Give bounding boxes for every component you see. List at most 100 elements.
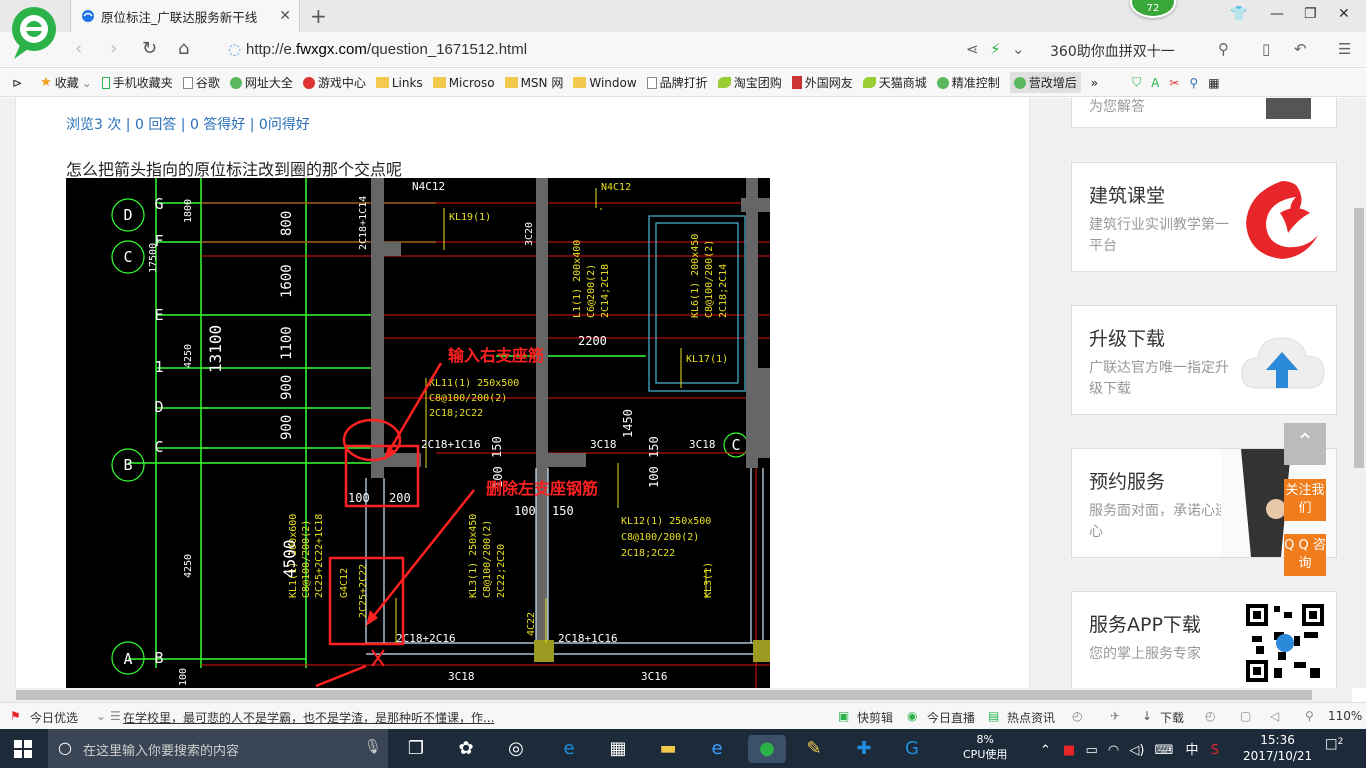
ie-browser-icon[interactable]: e bbox=[703, 735, 731, 763]
taskbar-search-input[interactable]: ○ 在这里输入你要搜索的内容 🎙 bbox=[48, 729, 388, 768]
360-browser-icon[interactable]: ● bbox=[748, 735, 786, 763]
undo-icon[interactable]: ↶ bbox=[1294, 40, 1307, 58]
qq-consult-button[interactable]: Q Q 咨询 bbox=[1284, 534, 1326, 576]
cad-screenshot[interactable]: D C B A G F E 1 D C B C N4C12 KL19(1) KL… bbox=[66, 178, 770, 688]
menu-icon[interactable]: ☰ bbox=[1338, 40, 1351, 58]
microphone-icon[interactable]: 🎙 bbox=[364, 739, 382, 755]
active-tab[interactable]: 原位标注_广联达服务新干线 ✕ bbox=[70, 0, 300, 32]
translate-icon[interactable]: A bbox=[1151, 76, 1159, 90]
chevron-down-icon[interactable]: ⌄ bbox=[96, 709, 106, 723]
ime-indicator[interactable]: 中 bbox=[1186, 743, 1199, 758]
volume-icon[interactable]: ◁) bbox=[1129, 743, 1144, 758]
sidebar-card-download[interactable]: 升级下载 广联达官方唯一指定升级下载 bbox=[1071, 305, 1337, 415]
notification-badge[interactable]: 72 bbox=[1130, 0, 1176, 18]
bookmark-microsoft[interactable]: Microso bbox=[432, 76, 495, 90]
notification-center-icon[interactable]: ☐2 bbox=[1325, 737, 1343, 754]
sidebar-card-expert[interactable]: 为您解答 bbox=[1071, 98, 1337, 128]
sidebar-card-course[interactable]: 建筑课堂 建筑行业实训教学第一平台 bbox=[1071, 162, 1337, 272]
zoom-level[interactable]: 110% bbox=[1328, 709, 1362, 723]
chevron-up-icon[interactable]: ⌃ bbox=[1040, 743, 1051, 758]
antivirus-icon[interactable]: ■ bbox=[1063, 743, 1075, 758]
close-window-icon[interactable]: ✕ bbox=[1338, 6, 1350, 22]
system-clock[interactable]: 15:36 2017/10/21 bbox=[1243, 732, 1312, 764]
store-icon[interactable]: ▦ bbox=[604, 735, 632, 763]
battery-icon[interactable]: ▭ bbox=[1085, 743, 1097, 758]
bookmark-nav[interactable]: 网址大全 bbox=[229, 74, 293, 91]
bookmark-mobile[interactable]: 手机收藏夹 bbox=[101, 74, 173, 91]
bookmark-taobao[interactable]: 淘宝团购 bbox=[717, 74, 782, 91]
sound-icon[interactable]: ◁ bbox=[1270, 709, 1279, 723]
mobile-icon[interactable]: ▯ bbox=[1262, 40, 1270, 58]
sidebar-card-app[interactable]: 服务APP下载 您的掌上服务专家 bbox=[1071, 591, 1337, 688]
card-desc: 服务面对面，承诺心连心 bbox=[1089, 503, 1229, 540]
card-title: 预约服务 bbox=[1089, 471, 1166, 493]
bookmark-brand[interactable]: 品牌打折 bbox=[646, 74, 708, 91]
cpu-monitor[interactable]: 8% CPU使用 bbox=[963, 732, 1007, 762]
speed-mode-icon[interactable]: ⚡ bbox=[990, 40, 1001, 58]
horizontal-scrollbar[interactable] bbox=[0, 688, 1352, 702]
magnifier-icon[interactable]: ⚲ bbox=[1189, 76, 1198, 90]
task-view-icon[interactable]: ❐ bbox=[402, 735, 430, 763]
more-bookmarks-icon[interactable]: » bbox=[1091, 76, 1098, 90]
axis-label: D bbox=[123, 206, 132, 224]
scissors-icon[interactable]: ✂ bbox=[1169, 76, 1179, 90]
back-to-top-button[interactable]: ⌃ bbox=[1284, 423, 1326, 465]
browser-logo-icon[interactable] bbox=[10, 5, 58, 61]
gauge-icon[interactable]: ◴ bbox=[1072, 709, 1082, 723]
follow-us-button[interactable]: 关注我们 bbox=[1284, 479, 1326, 521]
share-icon[interactable]: ⋖ bbox=[966, 40, 979, 58]
pin-icon[interactable]: ✈ bbox=[1110, 709, 1120, 723]
bookmark-windows[interactable]: Window bbox=[573, 76, 637, 90]
sidebar-toggle-icon[interactable]: ⊳ bbox=[12, 76, 22, 90]
scroll-thumb[interactable] bbox=[16, 690, 1312, 700]
notepad-icon[interactable]: ✎ bbox=[800, 735, 828, 763]
close-tab-icon[interactable]: ✕ bbox=[279, 8, 291, 24]
bookmark-google[interactable]: 谷歌 bbox=[182, 74, 220, 91]
minimize-icon[interactable]: — bbox=[1270, 6, 1284, 22]
bookmark-games[interactable]: 游戏中心 bbox=[302, 74, 366, 91]
download-link[interactable]: 下载 bbox=[1160, 709, 1184, 726]
maximize-icon[interactable]: ❐ bbox=[1304, 6, 1317, 22]
bookmark-foreign[interactable]: 外国网友 bbox=[791, 74, 853, 91]
page-content[interactable]: 浏览3 次 | 0 回答 | 0 答得好 | 0问得好 怎么把箭头指向的原位标注… bbox=[0, 98, 1352, 688]
app-pinwheel-icon[interactable]: ✿ bbox=[452, 735, 480, 763]
search-icon[interactable]: ⚲ bbox=[1218, 40, 1229, 58]
home-icon[interactable]: ⌂ bbox=[178, 38, 189, 59]
bookmark-favorites[interactable]: ★ 收藏 ⌄ bbox=[40, 74, 92, 91]
bookmark-msn[interactable]: MSN 网 bbox=[504, 74, 563, 91]
glodon-app-icon[interactable]: G bbox=[898, 735, 926, 763]
live-link[interactable]: 今日直播 bbox=[927, 709, 975, 726]
scroll-thumb[interactable] bbox=[1354, 208, 1364, 468]
speed-icon[interactable]: ◴ bbox=[1205, 709, 1215, 723]
refresh-icon[interactable]: ↻ bbox=[142, 38, 157, 59]
chevron-down-icon[interactable]: ⌄ bbox=[1012, 40, 1025, 58]
search-input[interactable]: 360助你血拼双十一 bbox=[1050, 41, 1175, 61]
sogou-ime-icon[interactable]: S bbox=[1211, 743, 1219, 758]
url-field[interactable]: http://e.fwxgx.com/question_1671512.html bbox=[246, 41, 527, 58]
question-stats[interactable]: 浏览3 次 | 0 回答 | 0 答得好 | 0问得好 bbox=[66, 114, 310, 134]
shield-icon[interactable]: ⛉ bbox=[1132, 75, 1141, 90]
hot-news-link[interactable]: 热点资讯 bbox=[1007, 709, 1055, 726]
app-plus-icon[interactable]: ✚ bbox=[850, 735, 878, 763]
windows-start-icon[interactable] bbox=[14, 740, 32, 758]
bookmark-vat[interactable]: 营改增后 bbox=[1009, 72, 1081, 93]
quick-clip-link[interactable]: 快剪辑 bbox=[857, 709, 893, 726]
keyboard-icon[interactable]: ⌨ bbox=[1155, 743, 1174, 758]
vertical-scrollbar[interactable] bbox=[1352, 98, 1366, 688]
news-ticker[interactable]: 在学校里，最可悲的人不是学霸，也不是学渣，是那种听不懂课，作... bbox=[123, 709, 494, 726]
file-explorer-icon[interactable]: ▬ bbox=[654, 735, 682, 763]
grid-menu-icon[interactable]: ▦ bbox=[1208, 76, 1219, 90]
bookmark-tmall[interactable]: 天猫商城 bbox=[862, 74, 927, 91]
edge-browser-icon[interactable]: e bbox=[555, 735, 583, 763]
today-pick-link[interactable]: 今日优选 bbox=[30, 709, 78, 726]
new-tab-icon[interactable]: + bbox=[310, 4, 327, 28]
bookmark-precise[interactable]: 精准控制 bbox=[936, 74, 1000, 91]
bookmark-links[interactable]: Links bbox=[375, 76, 423, 90]
skin-icon[interactable]: 👕 bbox=[1230, 6, 1247, 22]
back-icon[interactable]: ‹ bbox=[75, 38, 82, 59]
window-icon[interactable]: ▢ bbox=[1240, 709, 1251, 723]
forward-icon[interactable]: › bbox=[110, 38, 117, 59]
zoom-icon[interactable]: ⚲ bbox=[1305, 709, 1314, 723]
app-swirl-icon[interactable]: ◎ bbox=[502, 735, 530, 763]
wifi-icon[interactable]: ◠ bbox=[1108, 743, 1119, 758]
